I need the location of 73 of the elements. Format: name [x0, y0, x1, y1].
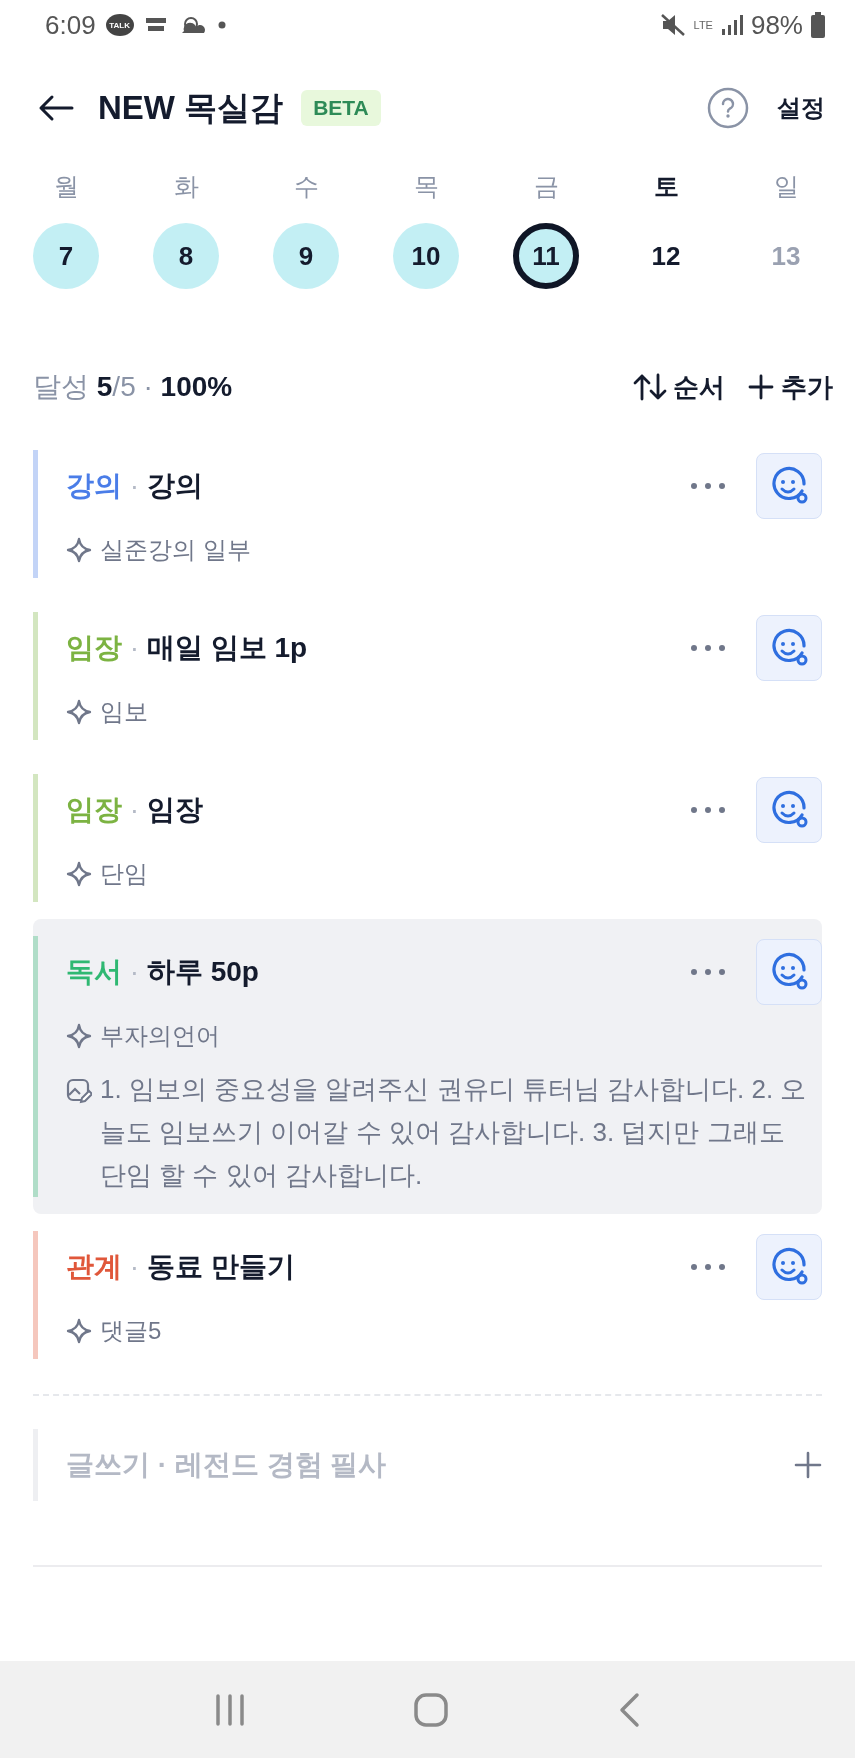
- smiley-icon: [769, 628, 809, 668]
- goal-subtitle: 댓글5: [100, 1316, 162, 1346]
- goal-subtitle: 실준강의 일부: [100, 535, 251, 565]
- sort-icon: [633, 373, 667, 401]
- add-button[interactable]: 추가: [747, 369, 833, 405]
- goal-item[interactable]: 임장 · 매일 임보 1p 임보: [33, 595, 822, 757]
- goal-title: 임장 · 매일 임보 1p: [66, 631, 309, 665]
- sort-button[interactable]: 순서: [633, 369, 725, 405]
- back-icon[interactable]: [617, 1691, 642, 1728]
- sparkle-icon: [66, 1318, 92, 1344]
- plus-icon: [747, 373, 775, 401]
- date-button[interactable]: 8: [153, 223, 219, 289]
- plus-icon[interactable]: [794, 1451, 822, 1479]
- weekday-label: 금: [532, 170, 560, 202]
- reaction-button[interactable]: [756, 1234, 822, 1300]
- goal-item[interactable]: 임장 · 임장 단임: [33, 757, 822, 919]
- clock-time: 6:09: [45, 9, 96, 41]
- date-button[interactable]: 9: [273, 223, 339, 289]
- more-icon[interactable]: [690, 968, 726, 976]
- recent-apps-icon[interactable]: [213, 1692, 246, 1727]
- reaction-button[interactable]: [756, 777, 822, 843]
- settings-link[interactable]: 설정: [777, 92, 825, 124]
- weekday-label: 목: [412, 170, 440, 202]
- goal-title: 독서 · 하루 50p: [66, 955, 260, 989]
- battery-percent: 98%: [750, 9, 803, 41]
- goal-title: 강의 · 강의: [66, 469, 204, 503]
- goal-card[interactable]: 독서 · 하루 50p 부자의언어 1. 임보의 중요성을 알려주신 권유디 튜터님 감사합니다. 2. 오늘도 임보쓰기 이어갈 수 있어 감사합니다. 3. 덥지만 그래도 단임 할 수 있어 감사합니다.: [33, 919, 822, 1214]
- back-arrow-icon[interactable]: [38, 94, 74, 122]
- goal-item[interactable]: 강의 · 강의 실준강의 일부: [33, 433, 822, 595]
- weekday-label: 화: [172, 170, 200, 202]
- image-edit-icon: [66, 1078, 92, 1104]
- sparkle-icon: [66, 861, 92, 887]
- date-button[interactable]: 10: [393, 223, 459, 289]
- goal-item[interactable]: 관계 · 동료 만들기 댓글5: [33, 1214, 822, 1376]
- date-button[interactable]: 12: [633, 223, 699, 289]
- reaction-button[interactable]: [756, 615, 822, 681]
- network-type: LTE: [693, 19, 713, 31]
- smiley-icon: [769, 790, 809, 830]
- help-icon[interactable]: [707, 87, 749, 129]
- weekday-label: 월: [52, 170, 80, 202]
- mute-icon: [659, 13, 686, 37]
- achievement-summary: 달성 5/5 · 100%: [33, 370, 234, 404]
- sparkle-icon: [66, 1023, 92, 1049]
- more-icon[interactable]: [690, 482, 726, 490]
- more-icon[interactable]: [690, 806, 726, 814]
- date-button[interactable]: 7: [33, 223, 99, 289]
- battery-icon: [811, 12, 825, 38]
- gratitude-note: 1. 임보의 중요성을 알려주신 권유디 튜터님 감사합니다. 2. 오늘도 임보쓰기 이어갈 수 있어 감사합니다. 3. 덥지만 그래도 단임 할 수 있어 감사합니다.: [100, 1073, 808, 1192]
- chat-notification-icon: TALK: [105, 14, 134, 36]
- goal-subtitle: 부자의언어: [100, 1021, 220, 1051]
- smiley-icon: [769, 466, 809, 506]
- goal-title: 관계 · 동료 만들기: [66, 1250, 296, 1284]
- goal-subtitle: 임보: [100, 697, 148, 727]
- signal-icon: [720, 14, 743, 36]
- reaction-button[interactable]: [756, 939, 822, 1005]
- more-icon[interactable]: [690, 1263, 726, 1271]
- dot-icon: [217, 21, 226, 29]
- sparkle-icon: [66, 537, 92, 563]
- weekday-label: 일: [772, 170, 800, 202]
- reaction-button[interactable]: [756, 453, 822, 519]
- weekday-label: 수: [292, 170, 320, 202]
- smiley-icon: [769, 952, 809, 992]
- home-icon[interactable]: [413, 1691, 450, 1728]
- beta-badge: BETA: [301, 90, 381, 126]
- weekday-label: 토: [652, 170, 680, 202]
- date-button[interactable]: 11: [513, 223, 579, 289]
- suggested-goal: 글쓰기 · 레전드 경험 필사: [66, 1448, 388, 1482]
- page-title: NEW 목실감: [98, 87, 284, 128]
- smiley-icon: [769, 1247, 809, 1287]
- sparkle-icon: [66, 699, 92, 725]
- goal-subtitle: 단임: [100, 859, 148, 889]
- more-icon[interactable]: [690, 644, 726, 652]
- goal-title: 임장 · 임장: [66, 793, 204, 827]
